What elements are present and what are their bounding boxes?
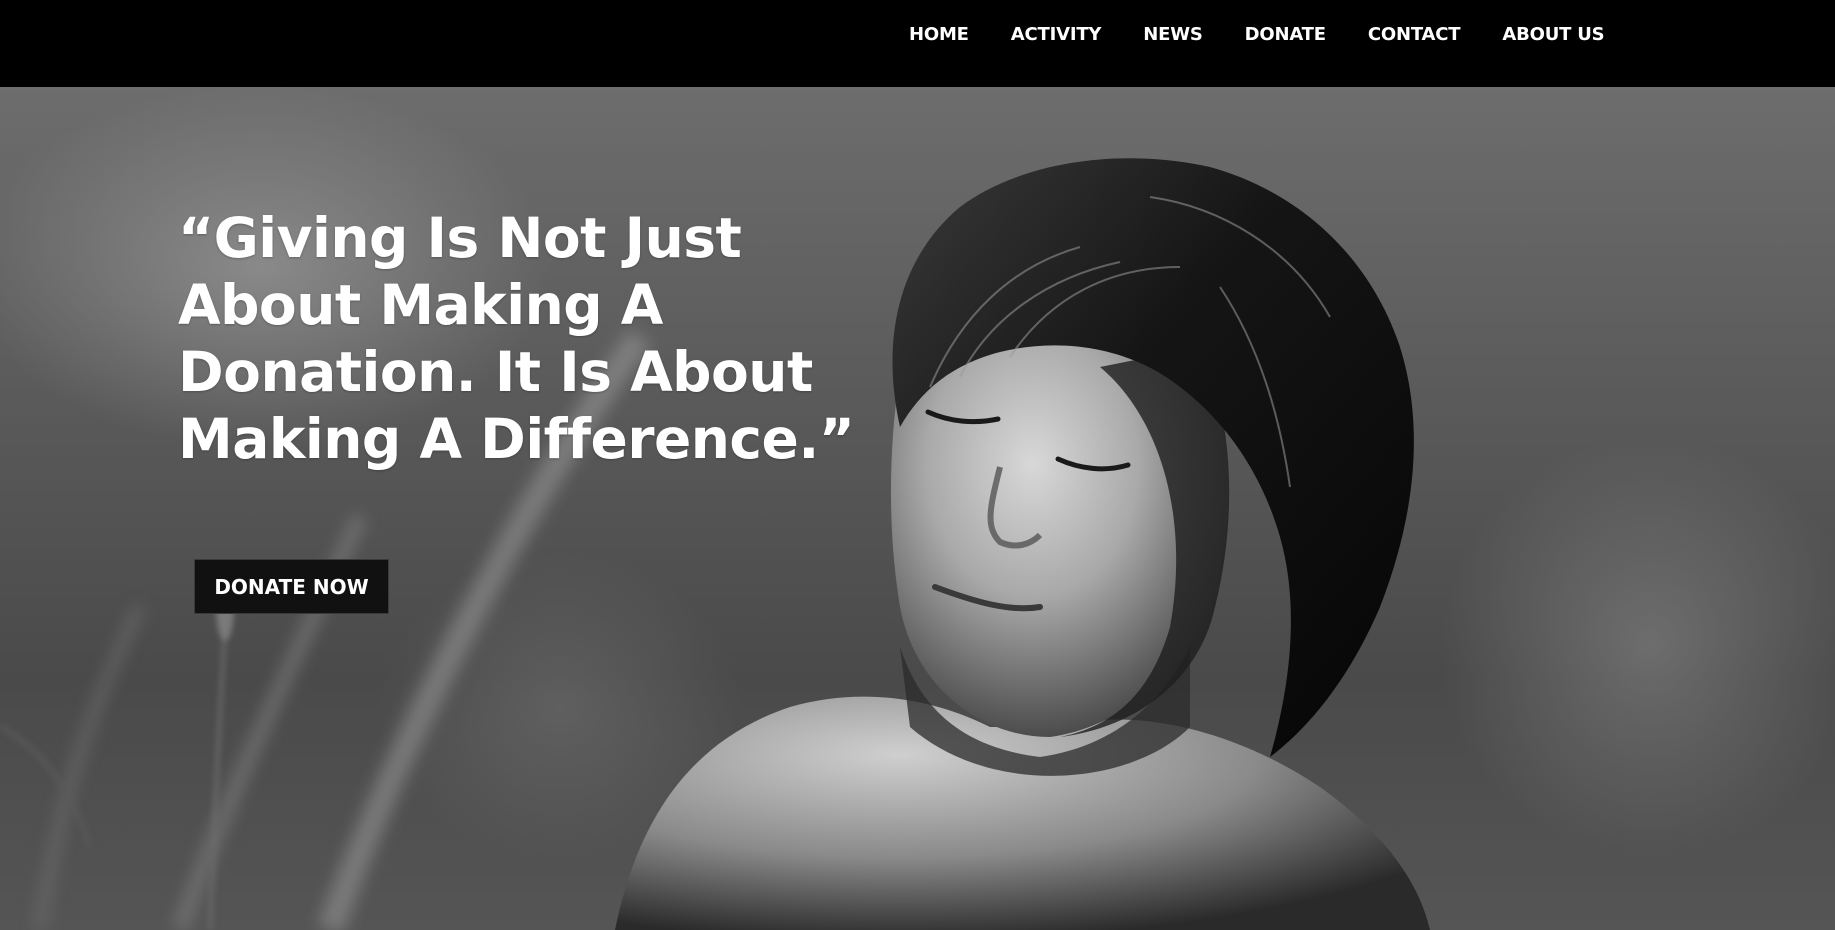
nav-item-donate[interactable]: DONATE <box>1224 0 1347 70</box>
nav-item-home[interactable]: HOME <box>888 0 990 70</box>
hero-quote: “Giving Is Not Just About Making A Donat… <box>178 206 855 471</box>
page: HOME ACTIVITY NEWS DONATE CONTACT ABOUT … <box>0 0 1835 930</box>
main-nav: HOME ACTIVITY NEWS DONATE CONTACT ABOUT … <box>888 0 1625 70</box>
top-navigation-bar: HOME ACTIVITY NEWS DONATE CONTACT ABOUT … <box>0 0 1835 87</box>
nav-item-contact[interactable]: CONTACT <box>1347 0 1481 70</box>
donate-now-button[interactable]: DONATE NOW <box>194 559 389 614</box>
hero-section: “Giving Is Not Just About Making A Donat… <box>0 87 1835 930</box>
nav-item-news[interactable]: NEWS <box>1122 0 1223 70</box>
nav-item-about-us[interactable]: ABOUT US <box>1481 0 1625 70</box>
nav-item-activity[interactable]: ACTIVITY <box>990 0 1122 70</box>
